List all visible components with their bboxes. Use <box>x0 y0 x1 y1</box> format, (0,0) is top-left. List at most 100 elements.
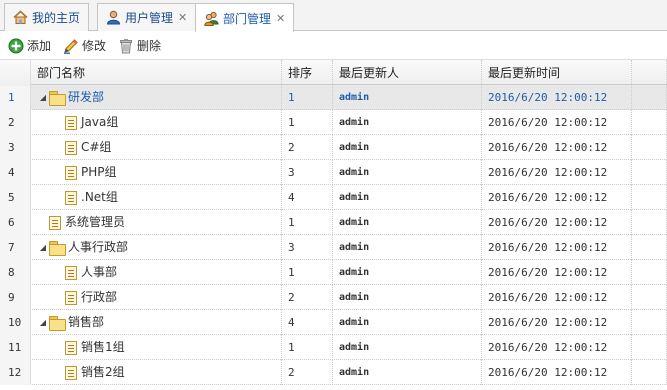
department-name: 人事部 <box>81 265 118 279</box>
row-filler <box>632 185 667 210</box>
delete-label: 删除 <box>137 39 162 53</box>
close-icon[interactable]: ✕ <box>178 11 187 24</box>
department-name-cell[interactable]: 销售2组 <box>31 360 282 385</box>
updated-time-cell: 2016/6/20 12:00:12 <box>482 235 632 260</box>
updated-time-cell: 2016/6/20 12:00:12 <box>482 85 632 110</box>
tab-user-management[interactable]: 用户管理 ✕ <box>97 3 197 31</box>
file-icon <box>65 115 77 130</box>
close-icon[interactable]: ✕ <box>276 12 285 25</box>
row-filler <box>632 85 667 110</box>
table-row[interactable]: 1 ◢ 研发部 1 admin 2016/6/20 12:00:12 <box>0 85 667 110</box>
folder-icon <box>49 316 66 331</box>
department-name-cell[interactable]: 销售1组 <box>31 335 282 360</box>
updated-by-cell: admin <box>333 160 482 185</box>
row-filler <box>632 160 667 185</box>
department-name-cell[interactable]: .Net组 <box>31 185 282 210</box>
updated-by-cell: admin <box>333 310 482 335</box>
file-icon <box>49 215 61 230</box>
user-icon <box>106 10 121 25</box>
column-header-sort[interactable]: 排序 <box>282 60 333 86</box>
expand-toggle-icon[interactable]: ◢ <box>37 235 49 260</box>
department-name-cell[interactable]: ◢ 研发部 <box>31 85 282 110</box>
table-row[interactable]: 8 人事部 1 admin 2016/6/20 12:00:12 <box>0 260 667 285</box>
department-name: 行政部 <box>81 290 118 304</box>
rownum-header <box>0 60 31 86</box>
trash-icon <box>118 38 134 54</box>
sort-cell: 1 <box>282 210 333 235</box>
tab-label: 部门管理 <box>223 11 272 26</box>
table-row[interactable]: 5 .Net组 4 admin 2016/6/20 12:00:12 <box>0 185 667 210</box>
updated-time-cell: 2016/6/20 12:00:12 <box>482 285 632 310</box>
sort-cell: 1 <box>282 260 333 285</box>
tab-department-management[interactable]: 部门管理 ✕ <box>195 3 295 32</box>
updated-by-cell: admin <box>333 185 482 210</box>
department-name-cell[interactable]: ◢ 人事行政部 <box>31 235 282 260</box>
updated-by-cell: admin <box>333 235 482 260</box>
row-number: 8 <box>0 260 31 285</box>
file-icon <box>65 140 77 155</box>
table-row[interactable]: 3 C#组 2 admin 2016/6/20 12:00:12 <box>0 135 667 160</box>
row-number: 6 <box>0 210 31 235</box>
updated-by-cell: admin <box>333 135 482 160</box>
sort-cell: 3 <box>282 235 333 260</box>
row-number: 7 <box>0 235 31 260</box>
department-name: 销售2组 <box>81 365 125 379</box>
updated-time-cell: 2016/6/20 12:00:12 <box>482 160 632 185</box>
file-icon <box>65 190 77 205</box>
row-number: 10 <box>0 310 31 335</box>
department-name-cell[interactable]: PHP组 <box>31 160 282 185</box>
sort-cell: 2 <box>282 360 333 385</box>
column-header-updated-by[interactable]: 最后更新人 <box>333 60 482 86</box>
updated-by-cell: admin <box>333 335 482 360</box>
delete-button[interactable]: 删除 <box>118 37 161 54</box>
row-filler <box>632 285 667 310</box>
grid-body: 1 ◢ 研发部 1 admin 2016/6/20 12:00:12 2 Java组 1 admi… <box>0 85 667 385</box>
row-number: 1 <box>0 85 31 110</box>
table-row[interactable]: 7 ◢ 人事行政部 3 admin 2016/6/20 12:00:12 <box>0 235 667 260</box>
table-row[interactable]: 12 销售2组 2 admin 2016/6/20 12:00:12 <box>0 360 667 385</box>
tab-bar: 我的主页 用户管理 ✕ 部门管理 ✕ <box>0 0 667 32</box>
table-row[interactable]: 6 系统管理员 1 admin 2016/6/20 12:00:12 <box>0 210 667 235</box>
column-header-updated-time[interactable]: 最后更新时间 <box>482 60 632 86</box>
row-number: 5 <box>0 185 31 210</box>
department-name-cell[interactable]: 行政部 <box>31 285 282 310</box>
file-icon <box>65 165 77 180</box>
updated-by-cell: admin <box>333 360 482 385</box>
grid-header: 部门名称 排序 最后更新人 最后更新时间 <box>0 59 667 86</box>
department-name-cell[interactable]: Java组 <box>31 110 282 135</box>
row-filler <box>632 260 667 285</box>
updated-time-cell: 2016/6/20 12:00:12 <box>482 310 632 335</box>
department-name: C#组 <box>81 140 112 154</box>
department-name-cell[interactable]: ◢ 销售部 <box>31 310 282 335</box>
table-row[interactable]: 9 行政部 2 admin 2016/6/20 12:00:12 <box>0 285 667 310</box>
sort-cell: 2 <box>282 285 333 310</box>
updated-time-cell: 2016/6/20 12:00:12 <box>482 260 632 285</box>
edit-button[interactable]: 修改 <box>63 37 106 54</box>
department-name: 系统管理员 <box>65 215 126 229</box>
updated-by-cell: admin <box>333 210 482 235</box>
row-number: 2 <box>0 110 31 135</box>
sort-cell: 1 <box>282 110 333 135</box>
add-icon <box>8 38 24 54</box>
table-row[interactable]: 2 Java组 1 admin 2016/6/20 12:00:12 <box>0 110 667 135</box>
add-button[interactable]: 添加 <box>8 37 51 54</box>
updated-time-cell: 2016/6/20 12:00:12 <box>482 110 632 135</box>
expand-toggle-icon[interactable]: ◢ <box>37 310 49 335</box>
department-name-cell[interactable]: 人事部 <box>31 260 282 285</box>
table-row[interactable]: 4 PHP组 3 admin 2016/6/20 12:00:12 <box>0 160 667 185</box>
department-name-cell[interactable]: 系统管理员 <box>31 210 282 235</box>
row-filler <box>632 235 667 260</box>
folder-icon <box>49 241 66 256</box>
table-row[interactable]: 11 销售1组 1 admin 2016/6/20 12:00:12 <box>0 335 667 360</box>
add-label: 添加 <box>27 39 52 53</box>
updated-time-cell: 2016/6/20 12:00:12 <box>482 185 632 210</box>
updated-by-cell: admin <box>333 85 482 110</box>
table-row[interactable]: 10 ◢ 销售部 4 admin 2016/6/20 12:00:12 <box>0 310 667 335</box>
department-name-cell[interactable]: C#组 <box>31 135 282 160</box>
tab-home[interactable]: 我的主页 <box>4 3 90 31</box>
updated-by-cell: admin <box>333 285 482 310</box>
sort-cell: 1 <box>282 85 333 110</box>
column-header-name[interactable]: 部门名称 <box>31 60 282 86</box>
file-icon <box>65 340 77 355</box>
expand-toggle-icon[interactable]: ◢ <box>37 85 49 110</box>
